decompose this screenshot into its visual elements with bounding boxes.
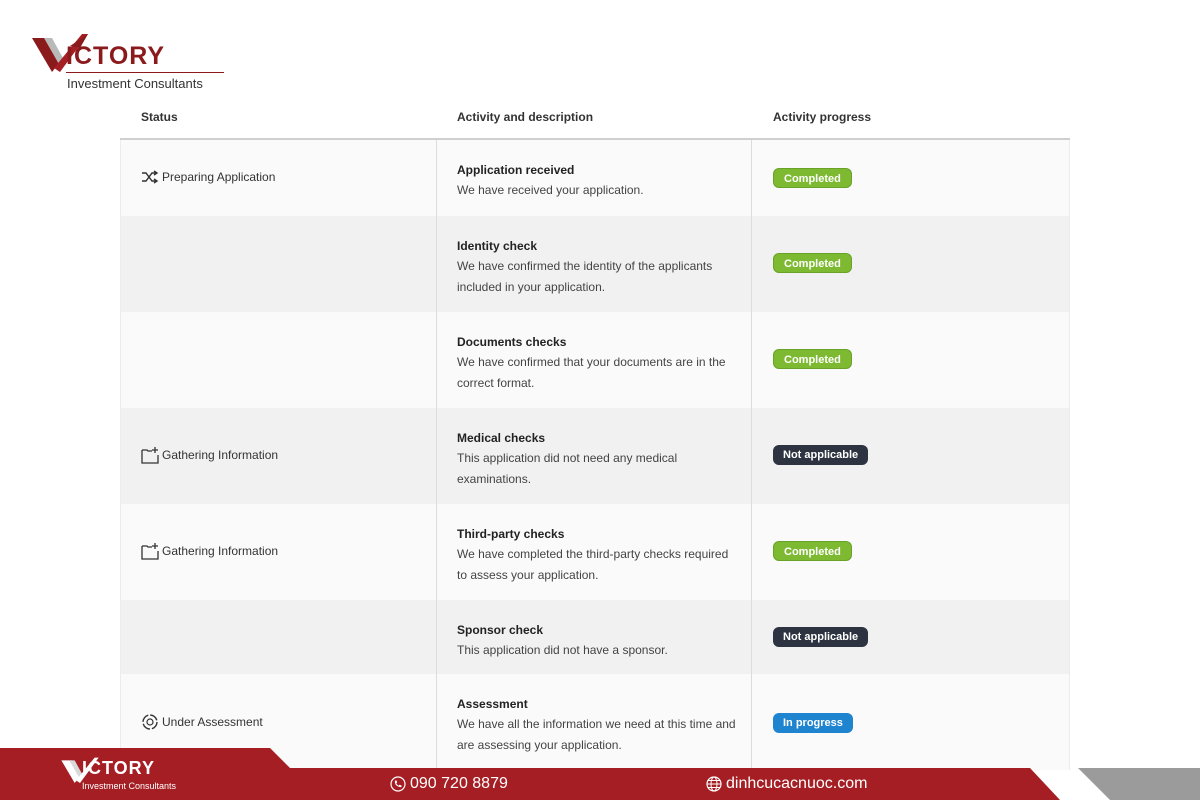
shuffle-icon: [141, 168, 159, 186]
activity-description: We have confirmed that your documents ar…: [457, 355, 726, 390]
status-badge: Not applicable: [773, 445, 869, 465]
status-label: Gathering Information: [141, 446, 278, 464]
table-row: Gathering Information Medical checks Thi…: [120, 408, 1070, 504]
application-progress-table: Status Activity and description Activity…: [120, 96, 1070, 770]
progress-cell: Completed: [752, 216, 1069, 312]
status-badge: Completed: [773, 168, 852, 188]
status-cell: Gathering Information: [121, 504, 436, 600]
progress-cell: Completed: [752, 140, 1069, 216]
brand-name: ICTORY: [66, 42, 166, 70]
activity-cell: Medical checks This application did not …: [436, 408, 752, 504]
activity-cell: Application received We have received yo…: [436, 140, 752, 216]
activity-title: Medical checks: [457, 431, 546, 445]
folder-add-icon: [141, 446, 159, 464]
progress-cell: Not applicable: [752, 600, 1069, 674]
activity-description: We have completed the third-party checks…: [457, 547, 729, 582]
activity-title: Assessment: [457, 697, 528, 711]
footer-brand-name: ICTORY: [82, 758, 156, 778]
table-row: Preparing Application Application receiv…: [120, 140, 1070, 216]
table-row: Documents checks We have confirmed that …: [120, 312, 1070, 408]
brand-logo: ICTORY Investment Consultants: [30, 30, 240, 94]
brand-tagline: Investment Consultants: [67, 76, 203, 91]
status-cell: [121, 312, 436, 408]
table-row: Gathering Information Third-party checks…: [120, 504, 1070, 600]
header-progress: Activity progress: [773, 110, 872, 124]
status-cell: [121, 600, 436, 674]
activity-description: We have confirmed the identity of the ap…: [457, 259, 713, 294]
progress-cell: Not applicable: [752, 408, 1069, 504]
header-status: Status: [141, 110, 178, 124]
footer-brand-logo: ICTORY Investment Consultants: [60, 754, 200, 794]
status-badge: In progress: [773, 713, 853, 733]
phone-icon: [390, 776, 406, 792]
table-header: Status Activity and description Activity…: [120, 96, 1070, 140]
status-badge: Completed: [773, 253, 852, 273]
activity-cell: Documents checks We have confirmed that …: [436, 312, 752, 408]
activity-cell: Identity check We have confirmed the ide…: [436, 216, 752, 312]
progress-cell: Completed: [752, 504, 1069, 600]
page: ICTORY Investment Consultants Status Act…: [0, 0, 1200, 800]
assessment-cycle-icon: [141, 713, 159, 731]
status-badge: Completed: [773, 349, 852, 369]
activity-description: This application did not have a sponsor.: [457, 643, 668, 657]
footer-gray-band: [1078, 768, 1200, 800]
globe-icon: [706, 776, 722, 792]
status-cell: Gathering Information: [121, 408, 436, 504]
folder-add-icon: [141, 542, 159, 560]
progress-cell: Completed: [752, 312, 1069, 408]
status-cell: Preparing Application: [121, 140, 436, 216]
footer-brand-tagline: Investment Consultants: [82, 781, 177, 791]
table-row: Sponsor check This application did not h…: [120, 600, 1070, 674]
status-cell: [121, 216, 436, 312]
status-label: Gathering Information: [141, 542, 278, 560]
status-badge: Not applicable: [773, 627, 869, 647]
activity-description: We have received your application.: [457, 183, 644, 197]
activity-cell: Sponsor check This application did not h…: [436, 600, 752, 674]
status-label: Under Assessment: [141, 713, 263, 731]
activity-title: Documents checks: [457, 335, 567, 349]
status-label: Preparing Application: [141, 168, 275, 186]
activity-title: Third-party checks: [457, 527, 565, 541]
activity-title: Application received: [457, 163, 575, 177]
footer-phone[interactable]: 090 720 8879: [390, 775, 508, 793]
activity-cell: Third-party checks We have completed the…: [436, 504, 752, 600]
table-row: Identity check We have confirmed the ide…: [120, 216, 1070, 312]
activity-description: This application did not need any medica…: [457, 451, 678, 486]
header-activity: Activity and description: [457, 110, 594, 124]
activity-title: Sponsor check: [457, 623, 544, 637]
footer-website[interactable]: dinhcucacnuoc.com: [706, 775, 867, 793]
status-badge: Completed: [773, 541, 852, 561]
footer-banner: ICTORY Investment Consultants 090 720 88…: [0, 748, 1200, 800]
activity-title: Identity check: [457, 239, 538, 253]
brand-divider: [66, 72, 224, 73]
